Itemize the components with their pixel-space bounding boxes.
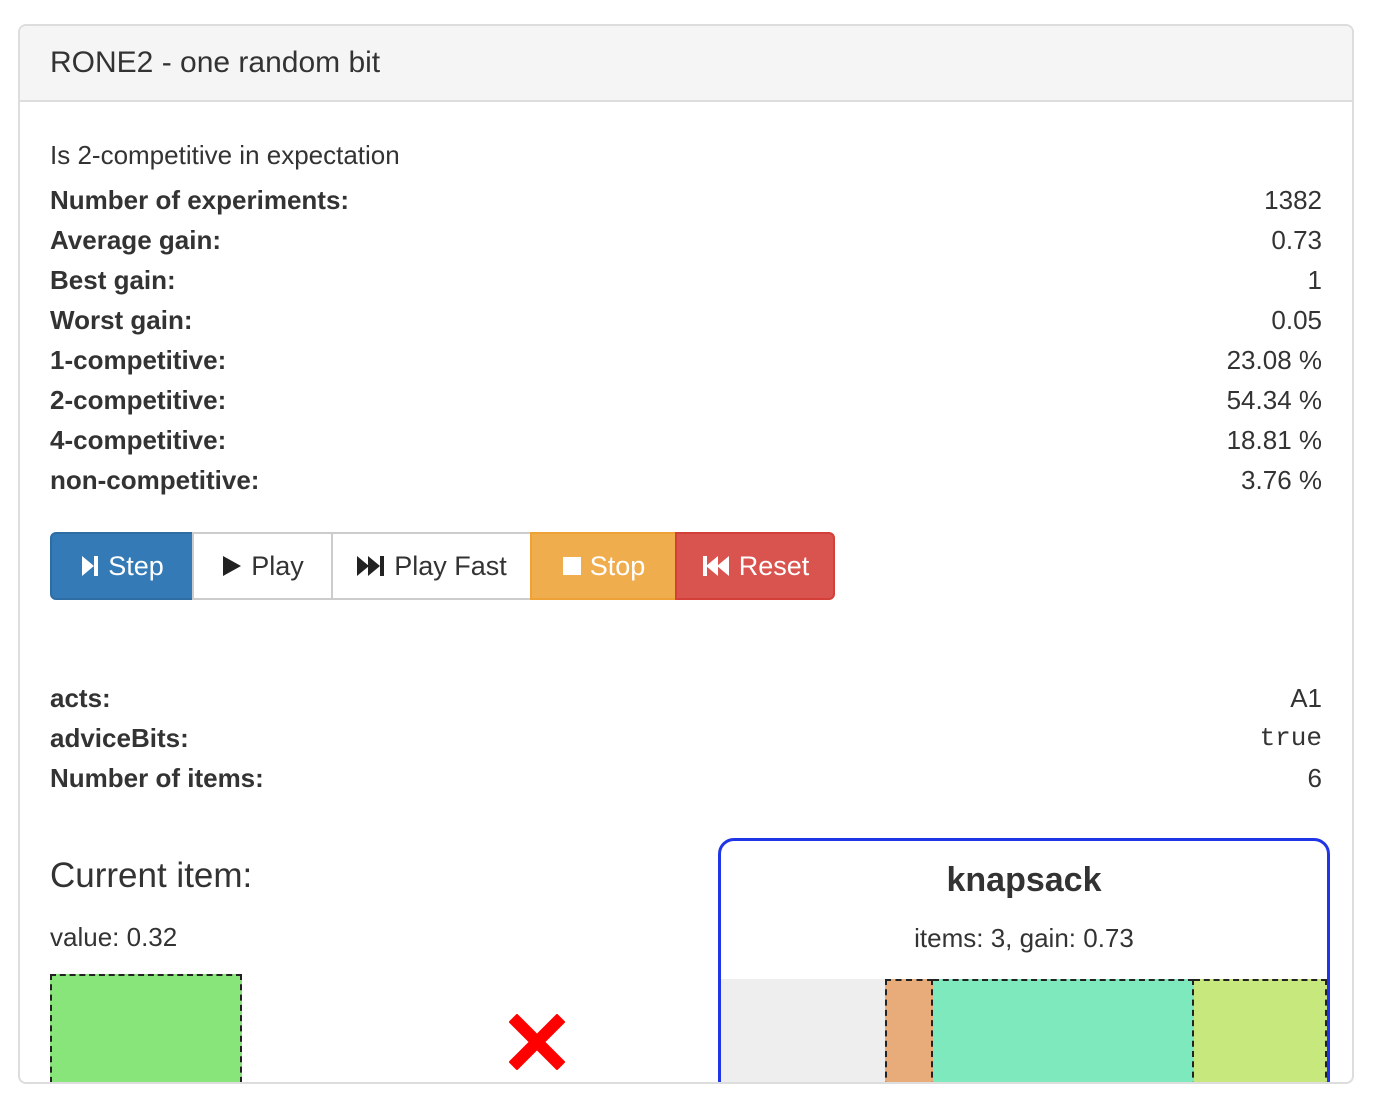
info-label: acts: <box>50 682 111 713</box>
play-fast-button[interactable]: Play Fast <box>331 532 532 600</box>
stat-row-experiments: Number of experiments: 1382 <box>50 180 1322 220</box>
stats-list: Number of experiments: 1382 Average gain… <box>50 180 1322 500</box>
stat-label: 4-competitive: <box>50 424 227 455</box>
stop-icon <box>562 557 581 575</box>
algorithm-panel: RONE2 - one random bit Is 2-competitive … <box>18 24 1354 1084</box>
panel-heading: RONE2 - one random bit <box>20 26 1352 102</box>
reset-button-label: Reset <box>738 550 810 581</box>
step-forward-icon <box>82 556 99 576</box>
stat-value: 1382 <box>1264 184 1322 215</box>
info-value: A1 <box>1290 682 1322 713</box>
knapsack-item-3 <box>1193 979 1327 1082</box>
simulation-controls: Step Play Play Fast Stop Reset <box>50 532 835 600</box>
stat-label: 1-competitive: <box>50 344 227 375</box>
stat-row-2-competitive: 2-competitive: 54.34 % <box>50 380 1322 420</box>
reset-button[interactable]: Reset <box>675 532 835 600</box>
step-button[interactable]: Step <box>50 532 194 600</box>
instance-info: acts: A1 adviceBits: true Number of item… <box>50 678 1322 798</box>
stat-label: Worst gain: <box>50 304 193 335</box>
stat-row-best-gain: Best gain: 1 <box>50 260 1322 300</box>
play-button-label: Play <box>251 550 304 581</box>
stat-label: non-competitive: <box>50 464 260 495</box>
stat-value: 1 <box>1307 264 1322 295</box>
info-row-acts: acts: A1 <box>50 678 1322 718</box>
current-item-title: Current item: <box>50 856 253 895</box>
reject-x-icon <box>509 1014 565 1070</box>
stat-row-1-competitive: 1-competitive: 23.08 % <box>50 340 1322 380</box>
stat-value: 3.76 % <box>1241 464 1322 495</box>
knapsack-item-1 <box>884 979 934 1082</box>
stat-value: 23.08 % <box>1226 344 1322 375</box>
stat-row-non-competitive: non-competitive: 3.76 % <box>50 460 1322 500</box>
play-fast-button-label: Play Fast <box>394 550 507 581</box>
current-item-box <box>50 974 242 1082</box>
knapsack-box: knapsack items: 3, gain: 0.73 <box>718 838 1330 1082</box>
knapsack-capacity-bar <box>721 979 1327 1082</box>
knapsack-summary: items: 3, gain: 0.73 <box>914 923 1134 953</box>
info-value: 6 <box>1307 762 1322 793</box>
stat-label: Average gain: <box>50 224 221 255</box>
play-button[interactable]: Play <box>192 532 333 600</box>
play-icon <box>223 556 242 576</box>
stop-button-label: Stop <box>589 550 646 581</box>
stat-value: 18.81 % <box>1226 424 1322 455</box>
stat-label: Number of experiments: <box>50 184 350 215</box>
step-button-label: Step <box>108 550 164 581</box>
panel-title: RONE2 - one random bit <box>50 46 381 79</box>
info-label: adviceBits: <box>50 722 189 753</box>
stat-value: 0.73 <box>1271 224 1322 255</box>
knapsack-title: knapsack <box>946 861 1102 899</box>
stat-row-4-competitive: 4-competitive: 18.81 % <box>50 420 1322 460</box>
info-value: true <box>1259 723 1322 753</box>
info-row-number-of-items: Number of items: 6 <box>50 758 1322 798</box>
stat-value: 54.34 % <box>1226 384 1322 415</box>
knapsack-item-2 <box>933 979 1194 1082</box>
info-row-advice-bits: adviceBits: true <box>50 718 1322 758</box>
stat-label: 2-competitive: <box>50 384 227 415</box>
stat-row-worst-gain: Worst gain: 0.05 <box>50 300 1322 340</box>
stat-row-average-gain: Average gain: 0.73 <box>50 220 1322 260</box>
stat-value: 0.05 <box>1271 304 1322 335</box>
algorithm-description: Is 2-competitive in expectation <box>50 140 400 170</box>
current-item-value: value: 0.32 <box>50 922 178 952</box>
fast-forward-icon <box>357 556 385 576</box>
stop-button[interactable]: Stop <box>530 532 677 600</box>
info-label: Number of items: <box>50 762 264 793</box>
stat-label: Best gain: <box>50 264 176 295</box>
fast-backward-icon <box>702 556 729 576</box>
